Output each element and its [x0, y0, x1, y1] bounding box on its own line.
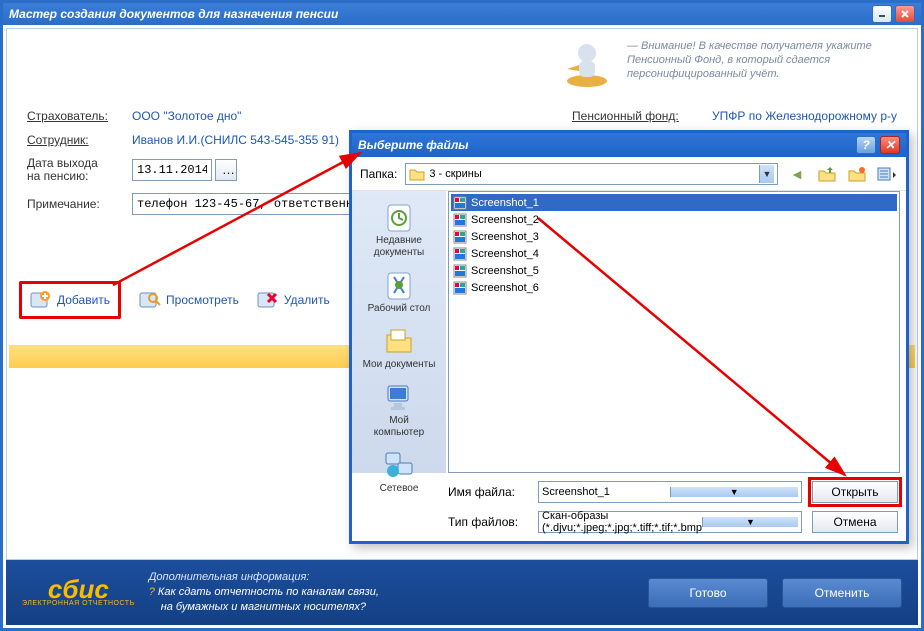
views-icon [877, 166, 897, 182]
cancel-wizard-button[interactable]: Отменить [782, 578, 902, 608]
folder-label: Папка: [360, 167, 397, 181]
note-label: Примечание: [27, 197, 132, 211]
pf-label: Пенсионный фонд: [572, 109, 712, 123]
file-picker-titlebar: Выберите файлы ? ✕ [352, 133, 906, 157]
file-picker-toolbar: Папка: 3 - скрины ▼ ◄ [352, 157, 906, 191]
file-item[interactable]: Screenshot_4 [451, 245, 897, 262]
image-file-icon [453, 196, 467, 210]
file-picker-dialog: Выберите файлы ? ✕ Папка: 3 - скрины ▼ ◄… [349, 130, 909, 544]
add-icon [30, 290, 52, 310]
sidebar-mydocs[interactable]: Мои документы [352, 321, 446, 375]
image-file-icon [453, 247, 467, 261]
footer-logo: сбис ЭЛЕКТРОННАЯ ОТЧЕТНОСТЬ [22, 578, 135, 607]
retire-label: Дата выхода на пенсию: [27, 157, 132, 183]
sidebar-recent[interactable]: Недавние документы [352, 197, 446, 263]
date-picker-button[interactable]: … [215, 159, 237, 181]
places-sidebar: Недавние документы Рабочий стол Мои доку… [352, 191, 446, 473]
file-picker-bottom: Имя файла: Screenshot_1▼ Открыть Тип фай… [448, 479, 898, 533]
folder-icon [409, 167, 425, 181]
new-folder-button[interactable] [846, 163, 868, 185]
file-list[interactable]: Screenshot_1 Screenshot_2 Screenshot_3 S… [448, 191, 900, 473]
file-item[interactable]: Screenshot_5 [451, 262, 897, 279]
employee-label: Сотрудник: [27, 133, 132, 147]
back-button[interactable]: ◄ [786, 163, 808, 185]
filename-label: Имя файла: [448, 485, 528, 499]
insurer-label: Страхователь: [27, 109, 132, 123]
mascot-icon [557, 39, 617, 89]
file-item[interactable]: Screenshot_2 [451, 211, 897, 228]
hint-text: — Внимание! В качестве получателя укажит… [627, 39, 897, 81]
wizard-title: Мастер создания документов для назначени… [9, 7, 338, 21]
up-button[interactable] [816, 163, 838, 185]
filetype-combo[interactable]: Скан-образы (*.djvu;*.jpeg;*.jpg;*.tiff;… [538, 511, 802, 533]
filetype-label: Тип файлов: [448, 515, 528, 529]
view-icon [139, 290, 161, 310]
footer-info: Дополнительная информация: ? Как сдать о… [149, 570, 379, 615]
delete-button[interactable]: Удалить [257, 290, 330, 310]
retire-date-input[interactable] [132, 159, 212, 181]
folder-up-icon [818, 166, 836, 182]
sidebar-network[interactable]: Сетевое [352, 445, 446, 499]
done-button[interactable]: Готово [648, 578, 768, 608]
file-item[interactable]: Screenshot_6 [451, 279, 897, 296]
file-item[interactable]: Screenshot_1 [451, 194, 897, 211]
image-file-icon [453, 281, 467, 295]
open-button[interactable]: Открыть [812, 481, 898, 503]
action-bar: Добавить Просмотреть Удалить [27, 281, 330, 319]
help-button[interactable]: ? [856, 136, 876, 154]
chevron-down-icon: ▼ [759, 165, 774, 183]
hint-block: — Внимание! В качестве получателя укажит… [557, 39, 897, 89]
wizard-titlebar: Мастер создания документов для назначени… [3, 3, 921, 25]
pf-link[interactable]: УПФР по Железнодорожному р-у [712, 109, 897, 123]
delete-icon [257, 290, 279, 310]
minimize-button[interactable] [872, 5, 892, 23]
image-file-icon [453, 213, 467, 227]
close-button[interactable] [895, 5, 915, 23]
add-button[interactable]: Добавить [19, 281, 121, 319]
cancel-file-button[interactable]: Отмена [812, 511, 898, 533]
views-button[interactable] [876, 163, 898, 185]
insurer-link[interactable]: ООО "Золотое дно" [132, 109, 241, 123]
sidebar-desktop[interactable]: Рабочий стол [352, 265, 446, 319]
folder-combo[interactable]: 3 - скрины ▼ [405, 163, 778, 185]
image-file-icon [453, 264, 467, 278]
file-item[interactable]: Screenshot_3 [451, 228, 897, 245]
image-file-icon [453, 230, 467, 244]
filename-input[interactable]: Screenshot_1▼ [538, 481, 802, 503]
view-button[interactable]: Просмотреть [139, 290, 239, 310]
employee-link[interactable]: Иванов И.И.(СНИЛС 543-545-355 91) [132, 133, 339, 147]
sidebar-mycomp[interactable]: Мой компьютер [352, 377, 446, 443]
footer: сбис ЭЛЕКТРОННАЯ ОТЧЕТНОСТЬ Дополнительн… [6, 560, 918, 625]
file-picker-close-button[interactable]: ✕ [880, 136, 900, 154]
new-folder-icon [848, 166, 866, 182]
